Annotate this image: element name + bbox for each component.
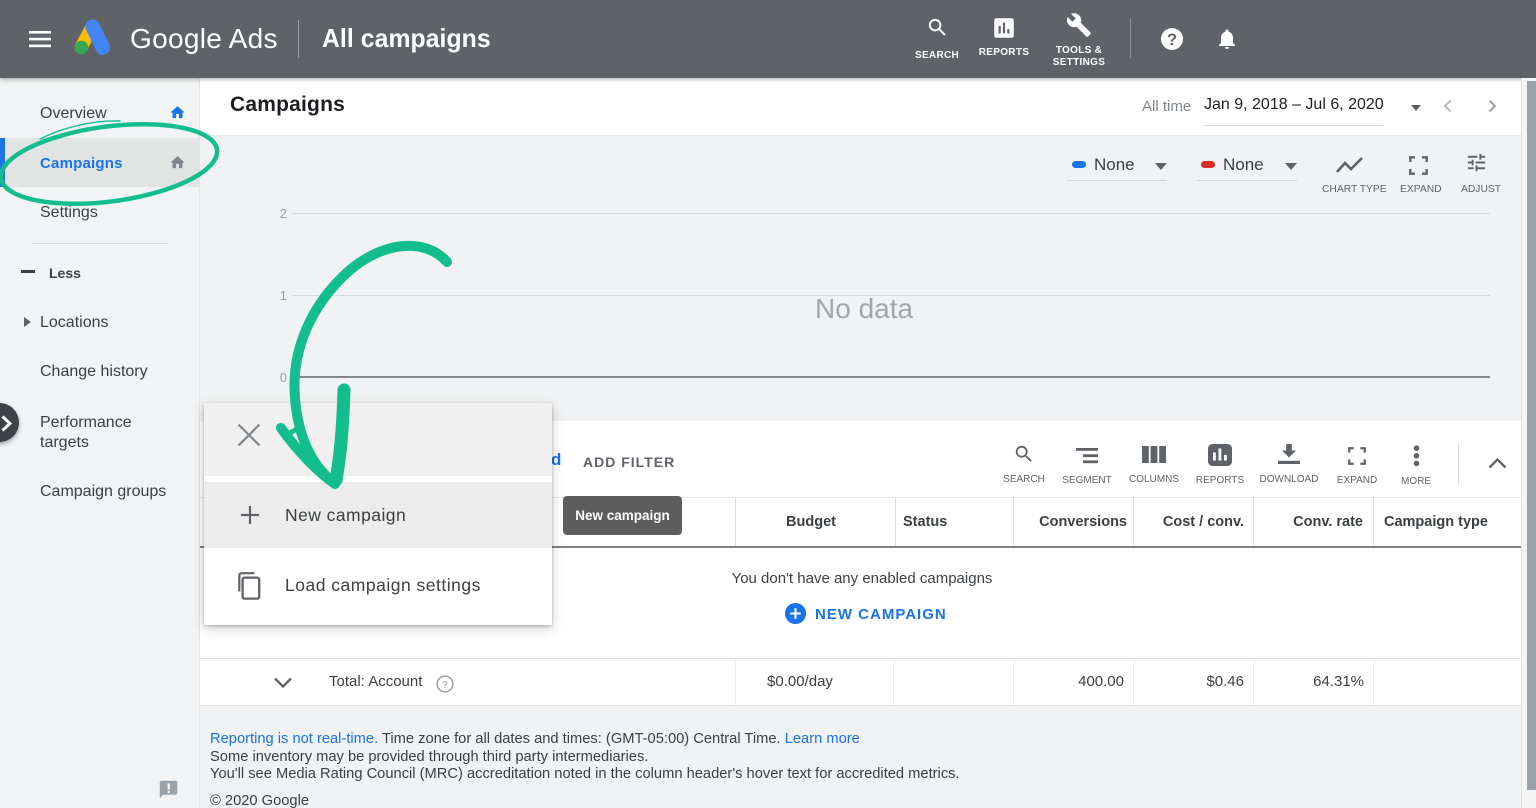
svg-text:?: ? <box>1167 31 1177 49</box>
svg-text:?: ? <box>442 680 448 691</box>
